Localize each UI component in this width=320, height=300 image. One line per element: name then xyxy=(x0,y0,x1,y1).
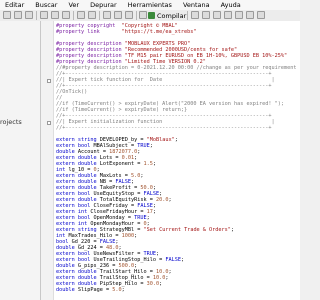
compile-button[interactable]: Compilar xyxy=(148,10,186,21)
code-token: ; xyxy=(152,161,156,167)
menu-bar: Editar Buscar Ver Depurar Herramientas Ventan… xyxy=(0,0,300,10)
code-token: "https://t.me/ea_xtrebs" xyxy=(121,29,197,35)
menu-item-ver[interactable]: Ver xyxy=(68,0,79,10)
stop-icon[interactable] xyxy=(224,11,232,19)
code-token: SlipPage = xyxy=(77,287,113,293)
navigator-panel: rojects xyxy=(0,21,41,300)
compile-label: Compilar xyxy=(157,11,187,20)
step-over-icon[interactable] xyxy=(246,11,254,19)
code-token: //+-------------------------------------… xyxy=(56,125,272,131)
paste-icon[interactable] xyxy=(62,11,70,19)
save-icon[interactable] xyxy=(25,11,33,19)
step-out-icon[interactable] xyxy=(257,11,265,19)
copy-icon[interactable] xyxy=(51,11,59,19)
undo-icon[interactable] xyxy=(77,11,85,19)
navigator-icon[interactable] xyxy=(103,11,111,19)
menu-item-buscar[interactable]: Buscar xyxy=(35,0,57,10)
code-token: LotExponent = xyxy=(99,161,144,167)
code-token: ; xyxy=(168,197,172,203)
code-line[interactable]: //+-------------------------------------… xyxy=(56,83,272,90)
code-token: ; xyxy=(140,173,144,179)
code-token: ; xyxy=(174,137,178,143)
code-token: ; xyxy=(159,281,163,287)
code-line[interactable]: //+-------------------------------------… xyxy=(56,125,272,132)
code-token: 1.5 xyxy=(143,161,153,167)
code-token: ; xyxy=(137,149,141,155)
code-token: ; xyxy=(180,257,185,263)
code-token: ; xyxy=(152,209,156,215)
pause-icon[interactable] xyxy=(213,11,221,19)
cut-icon[interactable] xyxy=(40,11,48,19)
menu-item-editar[interactable]: Editar xyxy=(5,0,24,10)
menu-item-ventana[interactable]: Ventana xyxy=(183,0,210,10)
new-file-icon[interactable] xyxy=(3,11,11,19)
start-debug-icon[interactable] xyxy=(191,11,199,19)
check-icon[interactable] xyxy=(139,11,147,19)
open-file-icon[interactable] xyxy=(14,11,22,19)
code-token: #property link xyxy=(56,29,122,35)
code-token: 1000 xyxy=(121,233,135,239)
code-token: FALSE xyxy=(165,257,181,263)
menu-item-depurar[interactable]: Depurar xyxy=(90,0,117,10)
code-token: 5.0 xyxy=(112,287,122,293)
step-into-icon[interactable] xyxy=(235,11,243,19)
compile-icon xyxy=(148,12,155,19)
menu-item-ayuda[interactable]: Ayuda xyxy=(221,0,241,10)
toolbox-icon[interactable] xyxy=(114,11,122,19)
code-token: ; xyxy=(168,269,172,275)
toolbar-separator xyxy=(73,11,74,20)
toolbar-separator xyxy=(187,11,188,20)
toolbar-separator xyxy=(36,11,37,20)
code-line[interactable]: double SlipPage = 5.0; xyxy=(56,287,125,294)
code-token: ; xyxy=(121,287,125,293)
redo-icon[interactable] xyxy=(88,11,96,19)
fold-icon[interactable] xyxy=(47,121,51,125)
toolbar-separator xyxy=(99,11,100,20)
code-token: "Set Current Trade & Orders" xyxy=(143,227,231,233)
code-token: ; xyxy=(165,275,169,281)
styler-icon[interactable] xyxy=(125,11,133,19)
code-token: 30.0 xyxy=(146,281,160,287)
code-editor[interactable]: #property copyright "Copyright © MBAL" #p… xyxy=(41,21,300,300)
code-token: //+-------------------------------------… xyxy=(56,83,272,89)
code-token: 20.0 xyxy=(155,197,169,203)
toolbar-separator xyxy=(136,11,137,20)
menu-item-herramientas[interactable]: Herramientas xyxy=(128,0,172,10)
code-line[interactable]: #property link "https://t.me/ea_xtrebs" xyxy=(56,29,197,36)
start-profiling-icon[interactable] xyxy=(202,11,210,19)
fold-icon[interactable] xyxy=(47,79,51,83)
code-token: ; xyxy=(230,227,235,233)
code-token: ; xyxy=(149,143,153,149)
code-token: double xyxy=(56,287,78,293)
tree-item-projects[interactable]: rojects xyxy=(0,118,22,126)
editor-gutter xyxy=(41,21,54,300)
code-token: ; xyxy=(134,233,138,239)
